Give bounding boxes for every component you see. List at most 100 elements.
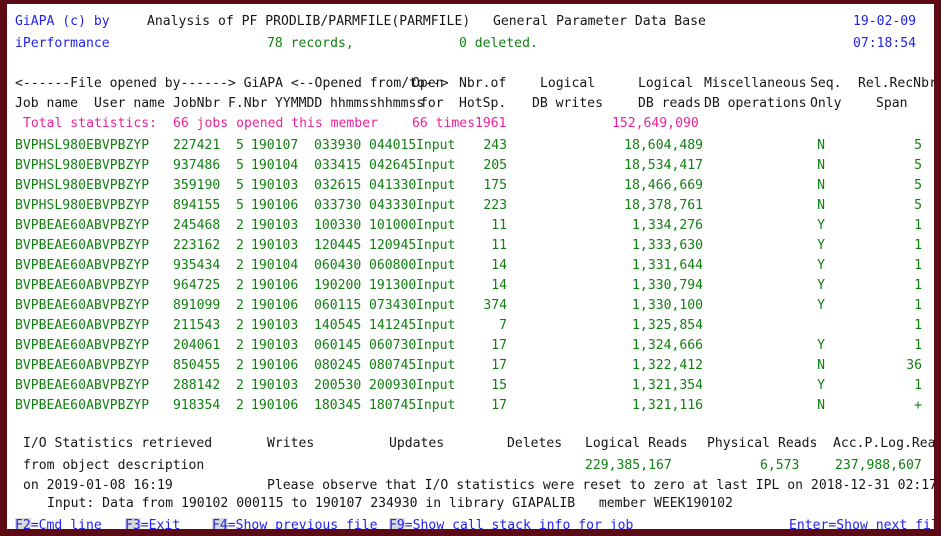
table-row[interactable]: BVPBEAE60A BVPBZYP 850455 2 190106 080245 0807… — [7, 356, 934, 376]
terminal-screen: GiAPA (c) by Analysis of PF PRODLIB/PARM… — [0, 0, 941, 536]
cell-open-for: Input — [416, 238, 456, 253]
total-db-reads: 152,649,090 — [612, 116, 699, 131]
cell-user-name: BVPBZYP — [94, 318, 150, 333]
f3-key-label: F3 — [125, 518, 141, 533]
cell-job-name: BVPBEAE60A — [15, 218, 94, 233]
table-row[interactable]: BVPBEAE60A BVPBZYP 964725 2 190106 190200 1913… — [7, 276, 934, 296]
cell-seq-only: Y — [817, 278, 825, 293]
cell-file-number: 2 — [236, 258, 244, 273]
io-stats-label-2: from object description — [23, 458, 205, 473]
cell-db-reads: 18,534,417 — [624, 158, 703, 173]
cell-file-number: 5 — [236, 138, 244, 153]
cell-hotspot-count: 17 — [491, 338, 507, 353]
table-row[interactable]: BVPBEAE60A BVPBZYP 204061 2 190103 060145 0607… — [7, 336, 934, 356]
col-to-time: hhmmss — [377, 96, 425, 111]
cell-job-number: 964725 — [173, 278, 221, 293]
table-row[interactable]: BVPBEAE60A BVPBZYP 223162 2 190103 120445 1209… — [7, 236, 934, 256]
cell-user-name: BVPBZYP — [94, 178, 150, 193]
cell-open-from-time: 140545 — [314, 318, 362, 333]
cell-open-date: 190104 — [251, 158, 299, 173]
cell-open-from-time: 200530 — [314, 378, 362, 393]
cell-open-from-time: 060145 — [314, 338, 362, 353]
table-row[interactable]: BVPHSL980E BVPBZYP 359190 5 190103 032615 0413… — [7, 176, 934, 196]
col-nbr-of: Nbr.of — [459, 76, 507, 91]
cell-seq-only: N — [817, 198, 825, 213]
cell-open-to-time: 101000 — [369, 218, 417, 233]
cell-recnbr-span: 36 — [906, 358, 922, 373]
cell-seq-only: N — [817, 158, 825, 173]
table-row[interactable]: BVPHSL980E BVPBZYP 227421 5 190107 033930 0440… — [7, 136, 934, 156]
cell-open-to-time: 060730 — [369, 338, 417, 353]
cell-user-name: BVPBZYP — [94, 378, 150, 393]
total-times: 66 times — [412, 116, 476, 131]
io-stats-note: Please observe that I/O statistics were … — [267, 478, 938, 493]
cell-user-name: BVPBZYP — [94, 198, 150, 213]
col-job-name: Job name — [15, 96, 79, 111]
cell-user-name: BVPBZYP — [94, 138, 150, 153]
cell-db-reads: 1,324,666 — [632, 338, 703, 353]
cell-open-for: Input — [416, 278, 456, 293]
cell-job-number: 245468 — [173, 218, 221, 233]
cell-job-number: 359190 — [173, 178, 221, 193]
cell-file-number: 2 — [236, 278, 244, 293]
io-stats-label-1: I/O Statistics retrieved — [23, 436, 213, 451]
f9-action-label: =Show call stack info for job — [404, 518, 634, 533]
cell-open-from-time: 060115 — [314, 298, 362, 313]
function-key-bar: F2=Cmd line F3=Exit F4=Show previous fil… — [7, 516, 934, 533]
cell-open-to-time: 041330 — [369, 178, 417, 193]
table-row[interactable]: BVPBEAE60A BVPBZYP 288142 2 190103 200530 2009… — [7, 376, 934, 396]
function-key-f2[interactable]: F2=Cmd line — [15, 516, 102, 529]
cell-open-to-time: 043330 — [369, 198, 417, 213]
cell-user-name: BVPBZYP — [94, 398, 150, 413]
cell-job-number: 937486 — [173, 158, 221, 173]
cell-open-for: Input — [416, 138, 456, 153]
table-row[interactable]: BVPHSL980E BVPBZYP 894155 5 190106 033730 0433… — [7, 196, 934, 216]
cell-open-date: 190103 — [251, 218, 299, 233]
cell-seq-only: N — [817, 398, 825, 413]
cell-db-reads: 1,322,412 — [632, 358, 703, 373]
table-row[interactable]: BVPBEAE60A BVPBZYP 245468 2 190103 100330 1010… — [7, 216, 934, 236]
cell-open-for: Input — [416, 338, 456, 353]
table-row[interactable]: BVPBEAE60A BVPBZYP 211543 2 190103 140545 1412… — [7, 316, 934, 336]
cell-open-to-time: 044015 — [369, 138, 417, 153]
io-val-logical-reads: 229,385,167 — [585, 458, 672, 473]
cell-file-number: 5 — [236, 198, 244, 213]
f9-key-label: F9 — [389, 518, 405, 533]
col-for: for — [420, 96, 444, 111]
cell-seq-only: Y — [817, 238, 825, 253]
cell-open-date: 190106 — [251, 358, 299, 373]
cell-open-for: Input — [416, 378, 456, 393]
cell-job-name: BVPHSL980E — [15, 178, 94, 193]
page-title: Analysis of PF PRODLIB/PARMFILE(PARMFILE… — [147, 14, 471, 29]
table-row[interactable]: BVPBEAE60A BVPBZYP 918354 2 190106 180345 1807… — [7, 396, 934, 416]
cell-job-name: BVPHSL980E — [15, 138, 94, 153]
table-row[interactable]: BVPBEAE60A BVPBZYP 935434 2 190104 060430 0608… — [7, 256, 934, 276]
io-col-logical-reads: Logical Reads — [585, 436, 688, 451]
product-name-line1: GiAPA (c) by — [15, 14, 110, 29]
cell-user-name: BVPBZYP — [94, 298, 150, 313]
cell-open-from-time: 033930 — [314, 138, 362, 153]
cell-open-from-time: 060430 — [314, 258, 362, 273]
input-source-row: Input: Data from 190102 000115 to 190107… — [7, 494, 934, 514]
cell-db-reads: 1,333,630 — [632, 238, 703, 253]
table-row[interactable]: BVPHSL980E BVPBZYP 937486 5 190104 033415 0426… — [7, 156, 934, 176]
header-line-1: GiAPA (c) by Analysis of PF PRODLIB/PARM… — [7, 12, 934, 32]
cell-file-number: 2 — [236, 298, 244, 313]
cell-job-name: BVPBEAE60A — [15, 378, 94, 393]
cell-job-name: BVPBEAE60A — [15, 358, 94, 373]
function-key-f4[interactable]: F4=Show previous file — [212, 516, 378, 529]
enter-key-action[interactable]: Enter=Show next file — [789, 516, 934, 529]
col-miscellaneous: Miscellaneous — [704, 76, 807, 91]
cell-hotspot-count: 243 — [483, 138, 507, 153]
total-jobs-opened: 66 jobs opened this member — [173, 116, 378, 131]
cell-user-name: BVPBZYP — [94, 278, 150, 293]
function-key-f9[interactable]: F9=Show call stack info for job — [389, 516, 634, 533]
function-key-f3[interactable]: F3=Exit — [125, 516, 180, 533]
cell-user-name: BVPBZYP — [94, 358, 150, 373]
col-db-reads: DB reads — [638, 96, 702, 111]
cell-db-reads: 1,331,644 — [632, 258, 703, 273]
table-row[interactable]: BVPBEAE60A BVPBZYP 891099 2 190106 060115 0734… — [7, 296, 934, 316]
input-source-text: Input: Data from 190102 000115 to 190107… — [47, 496, 733, 511]
cell-open-from-time: 033730 — [314, 198, 362, 213]
cell-hotspot-count: 223 — [483, 198, 507, 213]
